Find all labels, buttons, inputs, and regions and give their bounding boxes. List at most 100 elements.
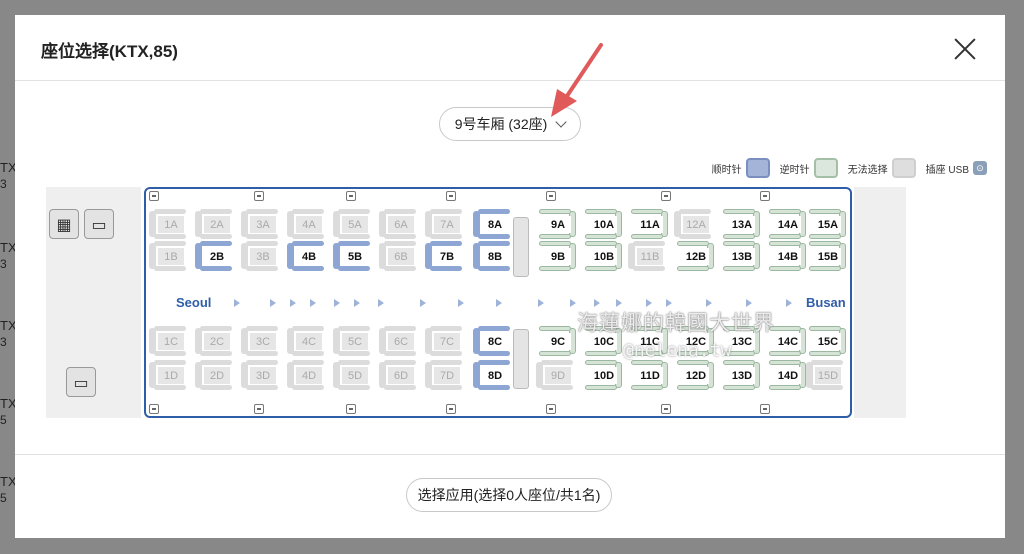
seat-2B[interactable]: 2B (195, 241, 235, 271)
seat-arm (430, 385, 462, 390)
direction-arrow-icon (334, 299, 340, 307)
seat-label: 13B (729, 248, 755, 265)
luggage-icon[interactable]: ▭ (66, 367, 96, 397)
seat-arm (246, 234, 278, 239)
seat-label: 5D (342, 367, 368, 384)
apply-selection-button[interactable]: 选择应用(选择0人座位/共1名) (406, 478, 612, 512)
seat-8C[interactable]: 8C (473, 326, 513, 356)
seat-14B[interactable]: 14B (766, 241, 806, 271)
seat-4B[interactable]: 4B (287, 241, 327, 271)
seat-arm (478, 326, 510, 331)
seat-arm (430, 209, 462, 214)
seat-label: 14A (775, 216, 801, 233)
seat-arm (292, 209, 324, 214)
seat-5A: 5A (333, 209, 373, 239)
seat-label: 14C (775, 333, 801, 350)
seat-label: 6A (388, 216, 414, 233)
seat-label: 8D (482, 367, 508, 384)
seat-9B[interactable]: 9B (536, 241, 576, 271)
seat-label: 12B (683, 248, 709, 265)
seat-11B: 11B (628, 241, 668, 271)
seat-arm (384, 326, 416, 331)
usb-icon (760, 404, 770, 414)
direction-arrow-icon (310, 299, 316, 307)
seat-15C[interactable]: 15C (806, 326, 846, 356)
close-icon[interactable] (953, 37, 977, 61)
car-end-right (854, 187, 906, 418)
watermark-handle: @nelena.tw (623, 340, 732, 361)
seat-12B[interactable]: 12B (674, 241, 714, 271)
direction-arrow-icon (290, 299, 296, 307)
seat-8B[interactable]: 8B (473, 241, 513, 271)
seat-7B[interactable]: 7B (425, 241, 465, 271)
seat-11A[interactable]: 11A (628, 209, 668, 239)
seat-label: 15A (815, 216, 841, 233)
seat-9C[interactable]: 9C (536, 326, 576, 356)
seat-arm (769, 385, 801, 390)
seat-label: 9A (545, 216, 571, 233)
seat-label: 4B (296, 248, 322, 265)
seat-arm (154, 351, 186, 356)
seat-2D: 2D (195, 360, 235, 390)
seat-label: 10A (591, 216, 617, 233)
seat-3C: 3C (241, 326, 281, 356)
seat-5B[interactable]: 5B (333, 241, 373, 271)
seat-arm (384, 385, 416, 390)
seat-12A: 12A (674, 209, 714, 239)
seat-12D[interactable]: 12D (674, 360, 714, 390)
seat-8A[interactable]: 8A (473, 209, 513, 239)
car-seating-area: Seoul Busan 1A 2A 3A 4A 5A 6A 7A 8A 9A 10A 11A 12A 1… (144, 187, 852, 418)
seat-2A: 2A (195, 209, 235, 239)
watermark: 海蓮娜的韓國大世界 (577, 311, 775, 335)
seat-legend: 顺时针 逆时针 无法选择 插座 USB ⊙ (702, 158, 987, 178)
seat-label: 13D (729, 367, 755, 384)
usb-icon (661, 404, 671, 414)
usb-icon (661, 191, 671, 201)
seat-8D[interactable]: 8D (473, 360, 513, 390)
seat-15B[interactable]: 15B (806, 241, 846, 271)
seat-arm (430, 326, 462, 331)
seat-arm (200, 209, 232, 214)
usb-icon (446, 404, 456, 414)
luggage-icon[interactable]: ▭ (84, 209, 114, 239)
seat-13D[interactable]: 13D (720, 360, 760, 390)
seat-label: 1D (158, 367, 184, 384)
usb-icon (149, 191, 159, 201)
seat-arm (585, 360, 617, 365)
seat-14D[interactable]: 14D (766, 360, 806, 390)
usb-icon: ⊙ (973, 161, 987, 175)
seat-13B[interactable]: 13B (720, 241, 760, 271)
clockwise-seat-icon (745, 158, 770, 178)
seat-9A[interactable]: 9A (536, 209, 576, 239)
seat-1C: 1C (149, 326, 189, 356)
seat-label: 4D (296, 367, 322, 384)
seat-10B[interactable]: 10B (582, 241, 622, 271)
seat-arm (633, 266, 665, 271)
direction-arrow-icon (706, 299, 712, 307)
seat-10A[interactable]: 10A (582, 209, 622, 239)
seat-arm (200, 234, 232, 239)
seat-arm (541, 360, 573, 365)
seat-13A[interactable]: 13A (720, 209, 760, 239)
seat-2C: 2C (195, 326, 235, 356)
seat-15A[interactable]: 15A (806, 209, 846, 239)
seat-10D[interactable]: 10D (582, 360, 622, 390)
seat-label: 6B (388, 248, 414, 265)
seat-label: 7D (434, 367, 460, 384)
seat-14A[interactable]: 14A (766, 209, 806, 239)
usb-icon (149, 404, 159, 414)
seat-arm (154, 360, 186, 365)
seat-label: 15D (815, 367, 841, 384)
seat-label: 12D (683, 367, 709, 384)
seat-label: 4C (296, 333, 322, 350)
seat-arm (200, 351, 232, 356)
seat-arm (478, 385, 510, 390)
direction-arrow-icon (570, 299, 576, 307)
seat-label: 7A (434, 216, 460, 233)
direction-arrow-icon (496, 299, 502, 307)
seat-5C: 5C (333, 326, 373, 356)
direction-arrow-icon (538, 299, 544, 307)
seat-4D: 4D (287, 360, 327, 390)
vending-icon[interactable]: ▦ (49, 209, 79, 239)
seat-11D[interactable]: 11D (628, 360, 668, 390)
